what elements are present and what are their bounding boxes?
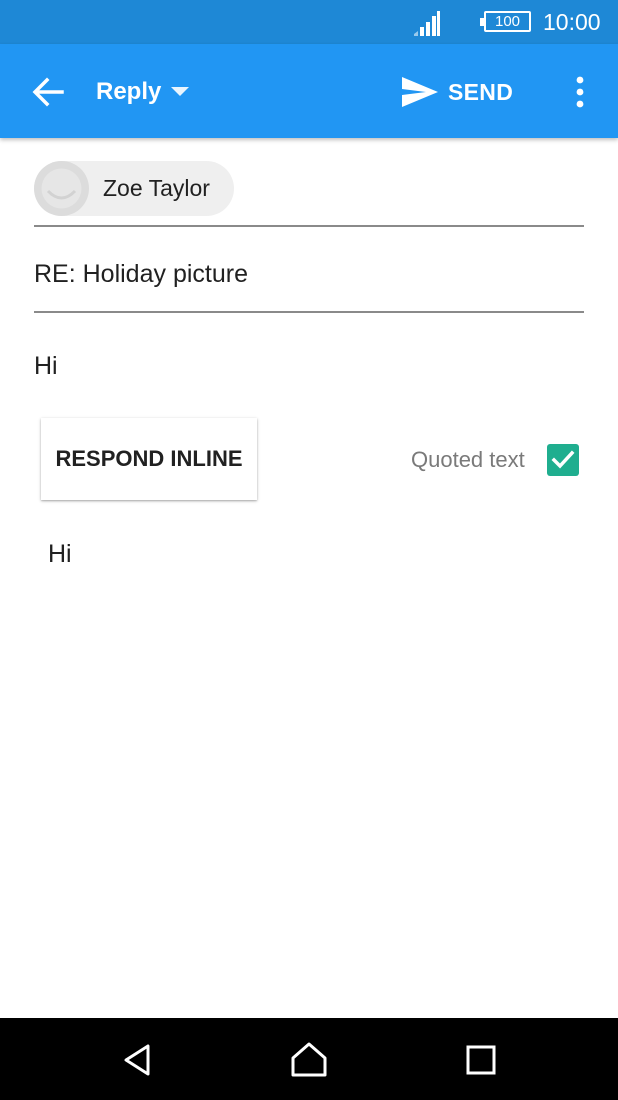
signal-icon [414, 11, 440, 36]
avatar [34, 161, 89, 216]
clock: 10:00 [543, 9, 601, 35]
reply-mode-dropdown[interactable]: Reply [96, 74, 190, 110]
app-bar: Reply SEND [0, 44, 618, 138]
subject-field[interactable]: RE: Holiday picture [34, 260, 248, 289]
recipient-name: Zoe Taylor [103, 175, 210, 201]
quoted-text-label: Quoted text [411, 447, 525, 472]
send-button[interactable]: SEND [400, 70, 513, 114]
navigation-bar [0, 1018, 618, 1100]
quoted-text-body: Hi [48, 540, 72, 568]
recipient-divider [34, 225, 584, 227]
triangle-down-icon [171, 87, 190, 96]
respond-inline-button[interactable]: RESPOND INLINE [41, 418, 257, 500]
reply-mode-label: Reply [96, 78, 162, 105]
more-vert-icon[interactable] [562, 70, 598, 114]
status-bar: 100 10:00 [0, 0, 618, 44]
subject-divider [34, 311, 584, 313]
check-icon [551, 450, 575, 469]
battery-icon: 100 [480, 11, 531, 32]
recipient-chip[interactable]: Zoe Taylor [34, 161, 234, 216]
message-body[interactable]: Hi [34, 352, 58, 381]
paper-plane-icon [402, 77, 438, 107]
home-icon[interactable] [287, 1038, 331, 1082]
recents-square-icon[interactable] [459, 1038, 503, 1082]
send-label: SEND [448, 78, 514, 105]
quoted-text-checkbox[interactable] [547, 444, 579, 476]
back-arrow-icon[interactable] [22, 66, 74, 118]
battery-level: 100 [494, 13, 521, 30]
avatar-placeholder-icon [41, 168, 82, 209]
nav-back-icon[interactable] [116, 1038, 160, 1082]
